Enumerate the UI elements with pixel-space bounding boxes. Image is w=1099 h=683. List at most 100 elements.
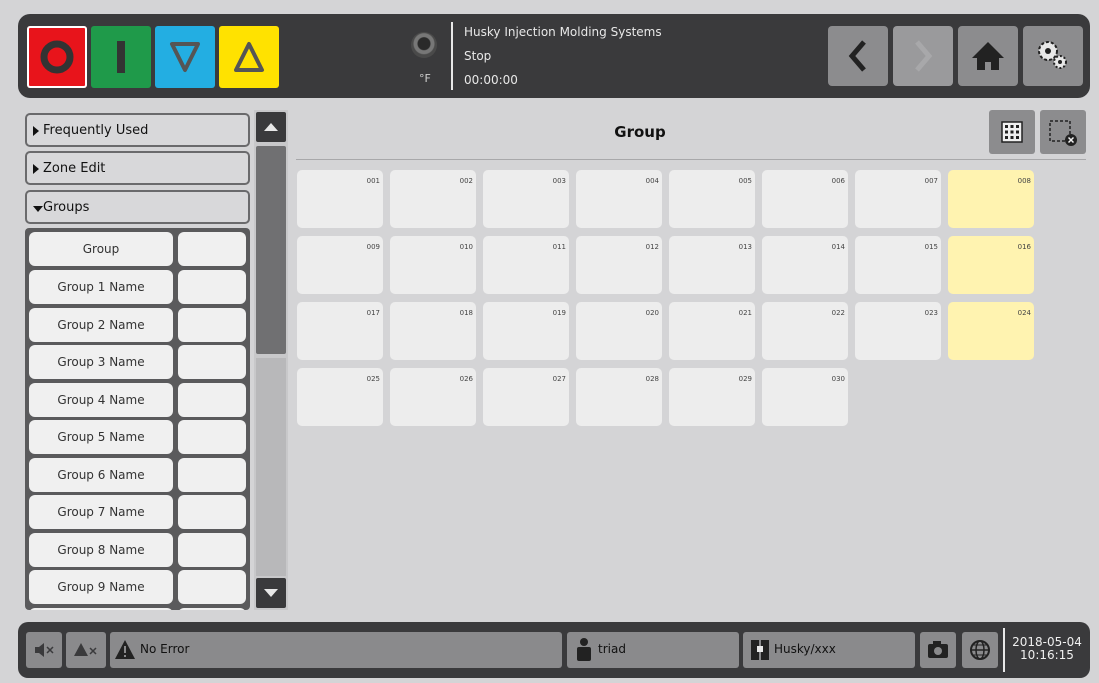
temperature-unit: °F	[419, 72, 431, 85]
group-tile[interactable]: 011	[483, 236, 569, 294]
group-tile[interactable]: 021	[669, 302, 755, 360]
group-tile[interactable]: 030	[762, 368, 848, 426]
group-tile[interactable]: 007	[855, 170, 941, 228]
footer-divider	[1003, 628, 1005, 672]
group-tile[interactable]: 028	[576, 368, 662, 426]
group-value-cell[interactable]	[178, 270, 246, 304]
group-tile[interactable]: 020	[576, 302, 662, 360]
scroll-track[interactable]	[256, 358, 286, 576]
groups-section[interactable]: Groups	[25, 190, 250, 224]
page-title: Group	[614, 123, 666, 141]
section-label: Zone Edit	[43, 161, 106, 176]
standby-down-button[interactable]	[155, 26, 215, 88]
user-field[interactable]: triad	[567, 632, 739, 668]
group-tile[interactable]: 005	[669, 170, 755, 228]
group-value-cell[interactable]	[178, 420, 246, 454]
group-header-value[interactable]	[178, 232, 246, 266]
group-value-cell[interactable]	[178, 383, 246, 417]
caret-right-icon	[33, 126, 39, 136]
boost-up-button[interactable]	[219, 26, 279, 88]
group-tile[interactable]: 013	[669, 236, 755, 294]
header-bar: °F Husky Injection Molding Systems Stop …	[18, 14, 1090, 98]
group-name-cell[interactable]: Group 1 Name	[29, 270, 173, 304]
scroll-down-button[interactable]	[256, 578, 286, 608]
group-tile[interactable]: 017	[297, 302, 383, 360]
forward-button[interactable]	[893, 26, 953, 86]
clear-selection-button[interactable]	[1040, 110, 1086, 154]
mute-button[interactable]	[26, 632, 62, 668]
group-tile[interactable]: 016	[948, 236, 1034, 294]
group-tile[interactable]: 027	[483, 368, 569, 426]
tile-number: 027	[552, 375, 566, 383]
group-name-cell[interactable]: Group 4 Name	[29, 383, 173, 417]
triangle-down-icon	[170, 42, 200, 72]
group-tile[interactable]: 018	[390, 302, 476, 360]
temperature-indicator	[411, 32, 437, 58]
group-tile[interactable]: 026	[390, 368, 476, 426]
speaker-muted-icon	[35, 643, 54, 657]
tile-number: 024	[1017, 309, 1031, 317]
triangle-down-icon	[264, 589, 278, 597]
triangle-up-icon	[264, 123, 278, 131]
group-value-cell[interactable]	[178, 308, 246, 342]
mold-field[interactable]: Husky/xxx	[743, 632, 915, 668]
group-tile[interactable]: 024	[948, 302, 1034, 360]
scroll-up-button[interactable]	[256, 112, 286, 142]
group-name-cell[interactable]	[29, 608, 173, 610]
group-value-cell[interactable]	[178, 533, 246, 567]
group-tile[interactable]: 010	[390, 236, 476, 294]
sidebar-scrollbar[interactable]	[254, 110, 288, 610]
home-button[interactable]	[958, 26, 1018, 86]
group-tile[interactable]: 012	[576, 236, 662, 294]
gears-icon	[1038, 41, 1067, 69]
zone-edit-section[interactable]: Zone Edit	[25, 151, 250, 185]
group-value-cell[interactable]	[178, 495, 246, 529]
warning-x-icon	[74, 643, 97, 656]
tile-number: 011	[552, 243, 566, 251]
mold-name: Husky/xxx	[774, 642, 836, 656]
group-tile[interactable]: 029	[669, 368, 755, 426]
group-value-cell[interactable]	[178, 608, 246, 610]
group-header-cell[interactable]: Group	[29, 232, 173, 266]
group-tile[interactable]: 004	[576, 170, 662, 228]
group-name-cell[interactable]: Group 8 Name	[29, 533, 173, 567]
group-tile[interactable]: 022	[762, 302, 848, 360]
group-tile[interactable]: 008	[948, 170, 1034, 228]
group-tile[interactable]: 006	[762, 170, 848, 228]
screenshot-button[interactable]	[920, 632, 956, 668]
group-tile[interactable]: 002	[390, 170, 476, 228]
tile-number: 012	[645, 243, 659, 251]
group-value-cell[interactable]	[178, 458, 246, 492]
alarm-reset-button[interactable]	[66, 632, 106, 668]
group-name-cell[interactable]: Group 6 Name	[29, 458, 173, 492]
stop-mode-button[interactable]	[27, 26, 87, 88]
group-tile[interactable]: 023	[855, 302, 941, 360]
on-mode-button[interactable]	[91, 26, 151, 88]
group-tile[interactable]: 014	[762, 236, 848, 294]
group-name-cell[interactable]: Group 2 Name	[29, 308, 173, 342]
tile-number: 004	[645, 177, 659, 185]
group-tile[interactable]: 019	[483, 302, 569, 360]
group-name-cell[interactable]: Group 9 Name	[29, 570, 173, 604]
group-tile[interactable]: 003	[483, 170, 569, 228]
group-tile[interactable]: 025	[297, 368, 383, 426]
language-button[interactable]	[962, 632, 998, 668]
group-tile[interactable]: 015	[855, 236, 941, 294]
chevron-left-icon	[848, 40, 866, 72]
group-value-cell[interactable]	[178, 570, 246, 604]
group-name-cell[interactable]: Group 3 Name	[29, 345, 173, 379]
grid-view-button[interactable]	[989, 110, 1035, 154]
back-button[interactable]	[828, 26, 888, 86]
warning-icon	[115, 640, 135, 659]
bar-icon	[117, 41, 125, 73]
system-title: Husky Injection Molding Systems	[464, 25, 662, 39]
group-name-cell[interactable]: Group 7 Name	[29, 495, 173, 529]
group-name-cell[interactable]: Group 5 Name	[29, 420, 173, 454]
group-value-cell[interactable]	[178, 345, 246, 379]
status-bar[interactable]: No Error	[110, 632, 562, 668]
frequently-used-section[interactable]: Frequently Used	[25, 113, 250, 147]
settings-button[interactable]	[1023, 26, 1083, 86]
scroll-thumb[interactable]	[256, 146, 286, 354]
group-tile[interactable]: 009	[297, 236, 383, 294]
group-tile[interactable]: 001	[297, 170, 383, 228]
